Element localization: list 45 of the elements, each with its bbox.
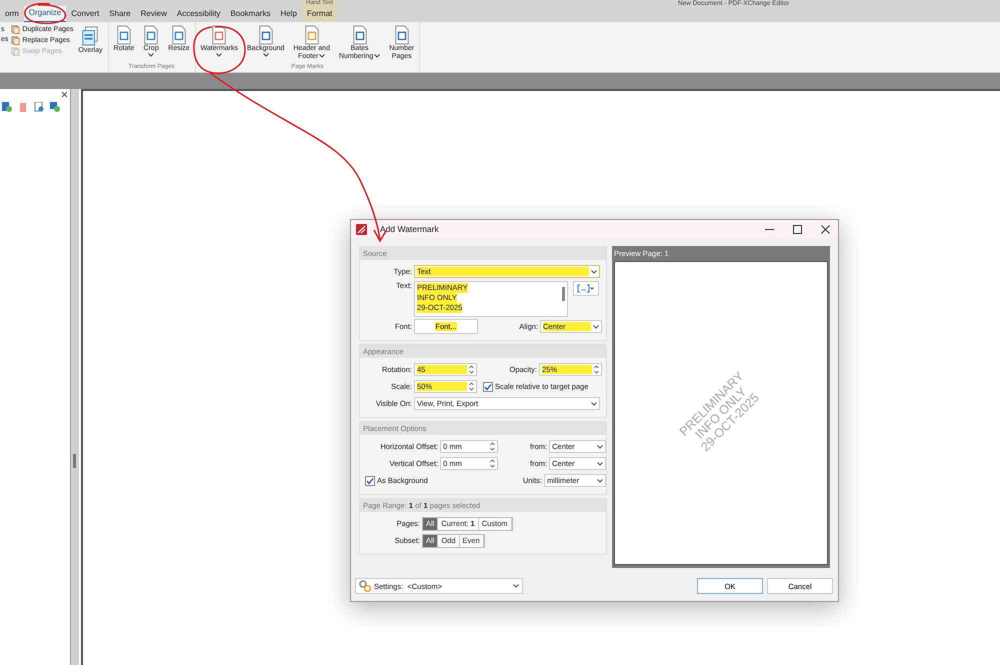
document-icon <box>211 25 228 45</box>
document-icon <box>258 25 274 45</box>
ribbon-tab[interactable]: Accessibility <box>172 6 226 22</box>
page-icon[interactable] <box>34 102 44 112</box>
maximize-icon[interactable] <box>793 224 802 234</box>
circle-annotation <box>193 26 246 74</box>
overlay-icon <box>81 25 100 47</box>
spinner-arrows-icon[interactable] <box>594 365 599 374</box>
macro-dropdown[interactable] <box>573 281 599 296</box>
checkbox[interactable] <box>483 382 493 392</box>
ribbon-tab[interactable]: Convert <box>66 6 104 22</box>
spinner-arrows-icon[interactable] <box>469 365 474 374</box>
spinner-arrows-icon[interactable] <box>490 459 495 468</box>
caret-icon <box>593 324 599 328</box>
app-icon <box>356 224 367 234</box>
circle-annotation <box>24 2 66 24</box>
document-icon <box>170 25 187 45</box>
document-icon <box>352 25 368 45</box>
spinner-arrows-icon[interactable] <box>490 442 495 451</box>
gear-icon <box>359 580 371 592</box>
document-icon <box>304 25 320 45</box>
add-page-icon[interactable] <box>2 102 12 112</box>
checkbox[interactable] <box>365 476 375 486</box>
caret-icon <box>597 462 604 466</box>
ribbon-tab[interactable]: orm <box>0 6 24 22</box>
splitter-handle[interactable] <box>73 454 76 468</box>
document-icon <box>143 25 160 45</box>
caret-icon <box>591 270 597 274</box>
macro-icon <box>577 284 595 293</box>
close-icon[interactable] <box>61 90 68 98</box>
ribbon-tab[interactable]: Format <box>302 6 338 22</box>
ribbon-tab[interactable]: Review <box>136 6 172 22</box>
page-settings-icon[interactable] <box>50 102 60 112</box>
spinner-arrows-icon[interactable] <box>469 382 474 391</box>
caret-icon <box>513 584 519 588</box>
close-icon[interactable] <box>821 224 830 234</box>
caret-icon <box>597 478 603 482</box>
dialog-title: Add Watermark <box>380 224 439 234</box>
caret-icon <box>597 444 604 448</box>
ribbon-tab[interactable]: Help <box>275 6 302 22</box>
document-icon <box>394 25 410 45</box>
document-icon <box>116 25 132 45</box>
ribbon-tab[interactable]: Bookmarks <box>225 6 276 22</box>
caret-icon <box>591 402 597 406</box>
ribbon-tab[interactable]: Share <box>104 6 136 22</box>
